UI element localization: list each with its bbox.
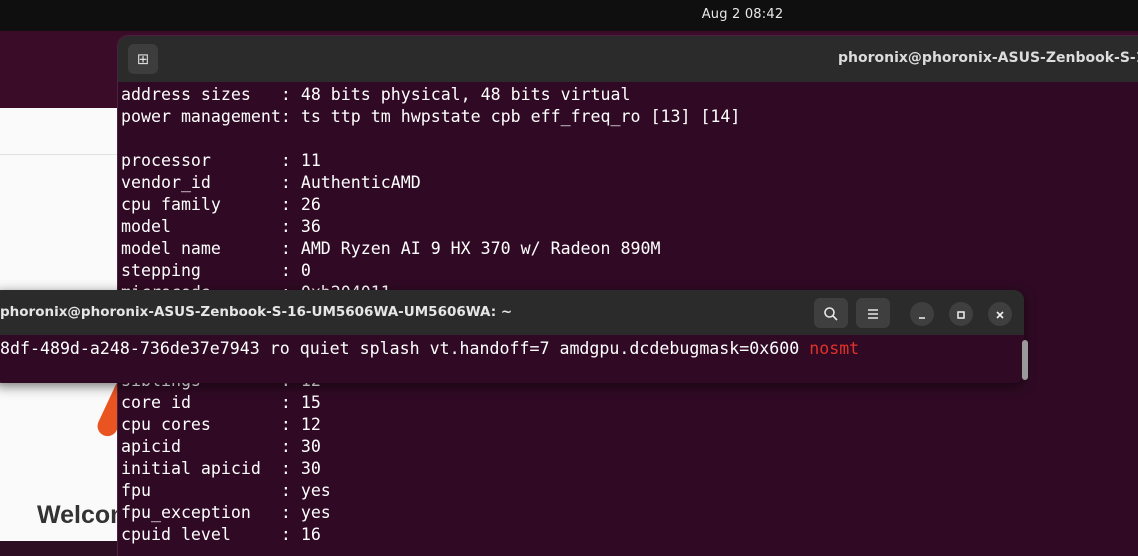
terminal-line: initial apicid : 30 (121, 459, 321, 478)
maximize-button[interactable] (949, 302, 973, 326)
terminal-line: processor : 11 (121, 151, 321, 170)
terminal-line: cpu family : 26 (121, 195, 321, 214)
maximize-icon (957, 310, 965, 319)
terminal-header: ⊞ phoronix@phoronix-ASUS-Zenbook-S-16-UM… (118, 36, 1138, 82)
terminal-line: cpuid level : 16 (121, 525, 321, 544)
terminal-line: fpu : yes (121, 481, 331, 500)
terminal-title: phoronix@phoronix-ASUS-Zenbook-S-16-UM56… (838, 50, 1138, 66)
terminal-line: apicid : 30 (121, 437, 321, 456)
menu-icon (868, 308, 878, 319)
command-text: 8df-489d-a248-736de37e7943 ro quiet spla… (0, 339, 810, 358)
terminal-line: power management: ts ttp tm hwpstate cpb… (121, 107, 741, 126)
minimize-button[interactable] (910, 302, 934, 326)
clock[interactable]: Aug 2 08:42 (0, 7, 1138, 22)
command-highlight: nosmt (809, 339, 860, 358)
menu-button[interactable] (856, 298, 890, 328)
terminal-line: fpu_exception : yes (121, 503, 331, 522)
new-tab-button[interactable]: ⊞ (128, 44, 158, 74)
close-icon (996, 310, 1004, 319)
terminal-line: model name : AMD Ryzen AI 9 HX 370 w/ Ra… (121, 239, 661, 258)
minimize-icon (919, 316, 925, 319)
close-button[interactable] (988, 302, 1012, 326)
terminal-header: phoronix@phoronix-ASUS-Zenbook-S-16-UM56… (0, 290, 1024, 335)
search-button[interactable] (814, 298, 848, 328)
terminal-title: phoronix@phoronix-ASUS-Zenbook-S-16-UM56… (0, 304, 513, 320)
terminal-line: cpu cores : 12 (121, 415, 321, 434)
terminal-output[interactable]: 8df-489d-a248-736de37e7943 ro quiet spla… (0, 338, 859, 360)
new-tab-icon: ⊞ (136, 50, 150, 68)
terminal-line: core id : 15 (121, 393, 321, 412)
terminal-line: vendor_id : AuthenticAMD (121, 173, 421, 192)
terminal-window-front[interactable]: phoronix@phoronix-ASUS-Zenbook-S-16-UM56… (0, 290, 1024, 383)
top-bar: Aug 2 08:42 (0, 0, 1138, 31)
scrollbar[interactable] (1022, 340, 1028, 380)
search-icon (824, 306, 838, 321)
terminal-line: stepping : 0 (121, 261, 311, 280)
terminal-line: address sizes : 48 bits physical, 48 bit… (121, 85, 631, 104)
terminal-line: model : 36 (121, 217, 321, 236)
